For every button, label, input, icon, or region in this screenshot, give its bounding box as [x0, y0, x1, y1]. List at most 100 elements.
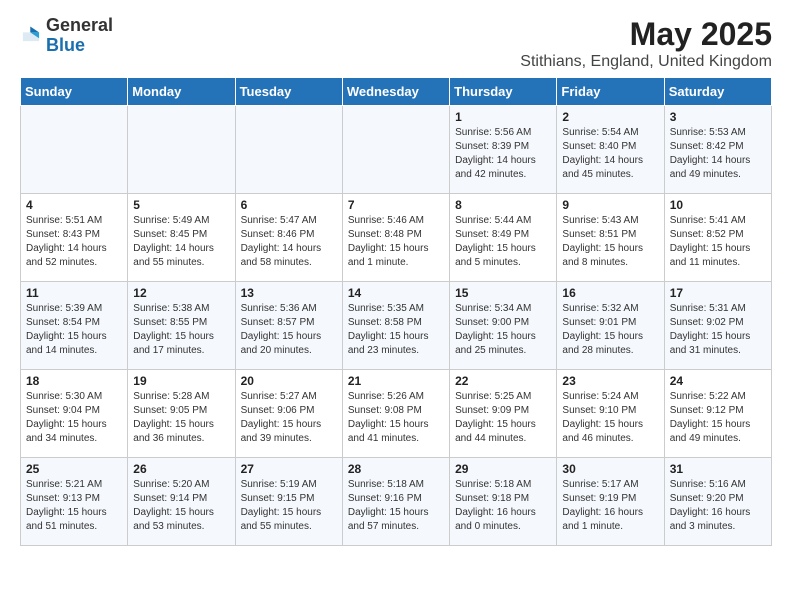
day-number: 26 — [133, 462, 229, 476]
cell-3-6: 16 Sunrise: 5:32 AM Sunset: 9:01 PM Dayli… — [557, 282, 664, 370]
day-number: 5 — [133, 198, 229, 212]
week-row-5: 25 Sunrise: 5:21 AM Sunset: 9:13 PM Dayli… — [21, 458, 772, 546]
cell-content: Sunrise: 5:21 AM Sunset: 9:13 PM Dayligh… — [26, 478, 122, 534]
cell-content: Sunrise: 5:26 AM Sunset: 9:08 PM Dayligh… — [348, 390, 444, 446]
cell-5-7: 31 Sunrise: 5:16 AM Sunset: 9:20 PM Dayli… — [664, 458, 771, 546]
cell-content: Sunrise: 5:49 AM Sunset: 8:45 PM Dayligh… — [133, 214, 229, 270]
cell-content: Sunrise: 5:56 AM Sunset: 8:39 PM Dayligh… — [455, 126, 551, 182]
day-number: 4 — [26, 198, 122, 212]
logo-text: General Blue — [46, 16, 113, 56]
header-row: SundayMondayTuesdayWednesdayThursdayFrid… — [21, 78, 772, 106]
cell-4-4: 21 Sunrise: 5:26 AM Sunset: 9:08 PM Dayli… — [342, 370, 449, 458]
day-number: 29 — [455, 462, 551, 476]
logo-icon — [20, 25, 42, 47]
cell-content: Sunrise: 5:43 AM Sunset: 8:51 PM Dayligh… — [562, 214, 658, 270]
cell-2-7: 10 Sunrise: 5:41 AM Sunset: 8:52 PM Dayli… — [664, 194, 771, 282]
cell-content: Sunrise: 5:35 AM Sunset: 8:58 PM Dayligh… — [348, 302, 444, 358]
day-header-sunday: Sunday — [21, 78, 128, 106]
cell-1-7: 3 Sunrise: 5:53 AM Sunset: 8:42 PM Daylig… — [664, 106, 771, 194]
cell-1-3 — [235, 106, 342, 194]
day-number: 12 — [133, 286, 229, 300]
cell-3-3: 13Sunrise: 5:36 AM Sunset: 8:57 PM Dayli… — [235, 282, 342, 370]
cell-2-5: 8 Sunrise: 5:44 AM Sunset: 8:49 PM Daylig… — [450, 194, 557, 282]
cell-2-4: 7 Sunrise: 5:46 AM Sunset: 8:48 PM Daylig… — [342, 194, 449, 282]
subtitle: Stithians, England, United Kingdom — [520, 53, 772, 71]
day-number: 16 — [562, 286, 658, 300]
calendar-table: SundayMondayTuesdayWednesdayThursdayFrid… — [20, 77, 772, 546]
day-number: 11 — [26, 286, 122, 300]
day-number: 15 — [455, 286, 551, 300]
day-number: 22 — [455, 374, 551, 388]
day-header-tuesday: Tuesday — [235, 78, 342, 106]
day-number: 13 — [241, 286, 337, 300]
cell-1-5: 1 Sunrise: 5:56 AM Sunset: 8:39 PM Daylig… — [450, 106, 557, 194]
logo: General Blue — [20, 16, 113, 56]
cell-content: Sunrise: 5:30 AM Sunset: 9:04 PM Dayligh… — [26, 390, 122, 446]
day-number: 28 — [348, 462, 444, 476]
week-row-4: 18Sunrise: 5:30 AM Sunset: 9:04 PM Dayli… — [21, 370, 772, 458]
day-number: 1 — [455, 110, 551, 124]
cell-4-2: 19 Sunrise: 5:28 AM Sunset: 9:05 PM Dayli… — [128, 370, 235, 458]
day-number: 3 — [670, 110, 766, 124]
main-title: May 2025 — [520, 16, 772, 53]
day-number: 9 — [562, 198, 658, 212]
day-number: 10 — [670, 198, 766, 212]
cell-content: Sunrise: 5:46 AM Sunset: 8:48 PM Dayligh… — [348, 214, 444, 270]
cell-content: Sunrise: 5:53 AM Sunset: 8:42 PM Dayligh… — [670, 126, 766, 182]
cell-content: Sunrise: 5:44 AM Sunset: 8:49 PM Dayligh… — [455, 214, 551, 270]
day-header-wednesday: Wednesday — [342, 78, 449, 106]
cell-5-3: 27Sunrise: 5:19 AM Sunset: 9:15 PM Dayli… — [235, 458, 342, 546]
week-row-2: 4 Sunrise: 5:51 AM Sunset: 8:43 PM Daylig… — [21, 194, 772, 282]
cell-content: Sunrise: 5:38 AM Sunset: 8:55 PM Dayligh… — [133, 302, 229, 358]
cell-content: Sunrise: 5:18 AM Sunset: 9:16 PM Dayligh… — [348, 478, 444, 534]
day-number: 6 — [241, 198, 337, 212]
day-number: 25 — [26, 462, 122, 476]
cell-content: Sunrise: 5:25 AM Sunset: 9:09 PM Dayligh… — [455, 390, 551, 446]
day-number: 7 — [348, 198, 444, 212]
day-number: 31 — [670, 462, 766, 476]
cell-2-3: 6 Sunrise: 5:47 AM Sunset: 8:46 PM Daylig… — [235, 194, 342, 282]
cell-3-4: 14 Sunrise: 5:35 AM Sunset: 8:58 PM Dayli… — [342, 282, 449, 370]
cell-content: Sunrise: 5:24 AM Sunset: 9:10 PM Dayligh… — [562, 390, 658, 446]
cell-3-7: 17Sunrise: 5:31 AM Sunset: 9:02 PM Dayli… — [664, 282, 771, 370]
cell-3-5: 15Sunrise: 5:34 AM Sunset: 9:00 PM Dayli… — [450, 282, 557, 370]
day-number: 17 — [670, 286, 766, 300]
cell-content: Sunrise: 5:54 AM Sunset: 8:40 PM Dayligh… — [562, 126, 658, 182]
week-row-3: 11 Sunrise: 5:39 AM Sunset: 8:54 PM Dayli… — [21, 282, 772, 370]
cell-content: Sunrise: 5:20 AM Sunset: 9:14 PM Dayligh… — [133, 478, 229, 534]
cell-4-6: 23Sunrise: 5:24 AM Sunset: 9:10 PM Dayli… — [557, 370, 664, 458]
cell-4-7: 24Sunrise: 5:22 AM Sunset: 9:12 PM Dayli… — [664, 370, 771, 458]
day-header-friday: Friday — [557, 78, 664, 106]
header: General Blue May 2025 Stithians, England… — [20, 16, 772, 71]
cell-5-4: 28 Sunrise: 5:18 AM Sunset: 9:16 PM Dayli… — [342, 458, 449, 546]
cell-content: Sunrise: 5:47 AM Sunset: 8:46 PM Dayligh… — [241, 214, 337, 270]
cell-content: Sunrise: 5:51 AM Sunset: 8:43 PM Dayligh… — [26, 214, 122, 270]
day-number: 14 — [348, 286, 444, 300]
day-number: 8 — [455, 198, 551, 212]
day-number: 19 — [133, 374, 229, 388]
cell-1-2 — [128, 106, 235, 194]
day-header-monday: Monday — [128, 78, 235, 106]
cell-5-5: 29 Sunrise: 5:18 AM Sunset: 9:18 PM Dayli… — [450, 458, 557, 546]
cell-content: Sunrise: 5:28 AM Sunset: 9:05 PM Dayligh… — [133, 390, 229, 446]
cell-4-5: 22 Sunrise: 5:25 AM Sunset: 9:09 PM Dayli… — [450, 370, 557, 458]
cell-content: Sunrise: 5:18 AM Sunset: 9:18 PM Dayligh… — [455, 478, 551, 534]
cell-content: Sunrise: 5:27 AM Sunset: 9:06 PM Dayligh… — [241, 390, 337, 446]
cell-1-4 — [342, 106, 449, 194]
cell-5-1: 25 Sunrise: 5:21 AM Sunset: 9:13 PM Dayli… — [21, 458, 128, 546]
cell-3-2: 12 Sunrise: 5:38 AM Sunset: 8:55 PM Dayli… — [128, 282, 235, 370]
day-number: 20 — [241, 374, 337, 388]
cell-content: Sunrise: 5:16 AM Sunset: 9:20 PM Dayligh… — [670, 478, 766, 534]
cell-5-2: 26 Sunrise: 5:20 AM Sunset: 9:14 PM Dayli… — [128, 458, 235, 546]
cell-5-6: 30Sunrise: 5:17 AM Sunset: 9:19 PM Dayli… — [557, 458, 664, 546]
cell-content: Sunrise: 5:32 AM Sunset: 9:01 PM Dayligh… — [562, 302, 658, 358]
cell-4-1: 18Sunrise: 5:30 AM Sunset: 9:04 PM Dayli… — [21, 370, 128, 458]
cell-content: Sunrise: 5:39 AM Sunset: 8:54 PM Dayligh… — [26, 302, 122, 358]
cell-3-1: 11 Sunrise: 5:39 AM Sunset: 8:54 PM Dayli… — [21, 282, 128, 370]
day-header-thursday: Thursday — [450, 78, 557, 106]
day-number: 21 — [348, 374, 444, 388]
week-row-1: 1 Sunrise: 5:56 AM Sunset: 8:39 PM Daylig… — [21, 106, 772, 194]
cell-content: Sunrise: 5:41 AM Sunset: 8:52 PM Dayligh… — [670, 214, 766, 270]
cell-2-1: 4 Sunrise: 5:51 AM Sunset: 8:43 PM Daylig… — [21, 194, 128, 282]
day-header-saturday: Saturday — [664, 78, 771, 106]
